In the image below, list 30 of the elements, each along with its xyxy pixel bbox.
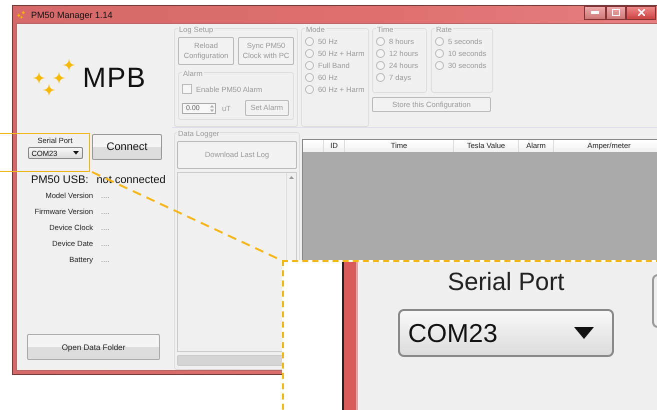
radio-button[interactable] xyxy=(376,61,385,70)
scroll-up-icon xyxy=(289,176,294,179)
minimize-button[interactable] xyxy=(584,6,606,20)
logo-text: MPB xyxy=(82,62,146,94)
radio-button[interactable] xyxy=(376,37,385,46)
radio-button[interactable] xyxy=(435,49,444,58)
status-label: PM50 USB: xyxy=(31,174,88,186)
radio-button[interactable] xyxy=(305,61,314,70)
minimize-icon xyxy=(591,11,599,14)
window-title: PM50 Manager 1.14 xyxy=(31,10,113,20)
radio-button[interactable] xyxy=(435,61,444,70)
dropdown-arrow-icon xyxy=(574,327,594,339)
serial-port-label: Serial Port xyxy=(448,268,564,297)
radio-button[interactable] xyxy=(376,49,385,58)
dropdown-arrow-icon xyxy=(72,151,78,155)
radio-button[interactable] xyxy=(435,37,444,46)
radio-button[interactable] xyxy=(305,73,314,82)
connect-button[interactable]: Connect xyxy=(92,134,162,160)
open-folder-button[interactable]: Open Data Folder xyxy=(27,334,160,360)
close-icon xyxy=(638,9,644,16)
radio-button[interactable] xyxy=(305,49,314,58)
close-button[interactable] xyxy=(626,6,656,20)
spinner-arrows-icon xyxy=(209,104,215,112)
sparkle-icon xyxy=(16,9,27,20)
radio-button[interactable] xyxy=(305,37,314,46)
maximize-button[interactable] xyxy=(606,6,626,20)
radio-button[interactable] xyxy=(376,73,385,82)
maximize-icon xyxy=(612,9,620,16)
radio-button[interactable] xyxy=(305,85,314,94)
serial-port-dropdown[interactable]: COM23 xyxy=(398,309,614,357)
